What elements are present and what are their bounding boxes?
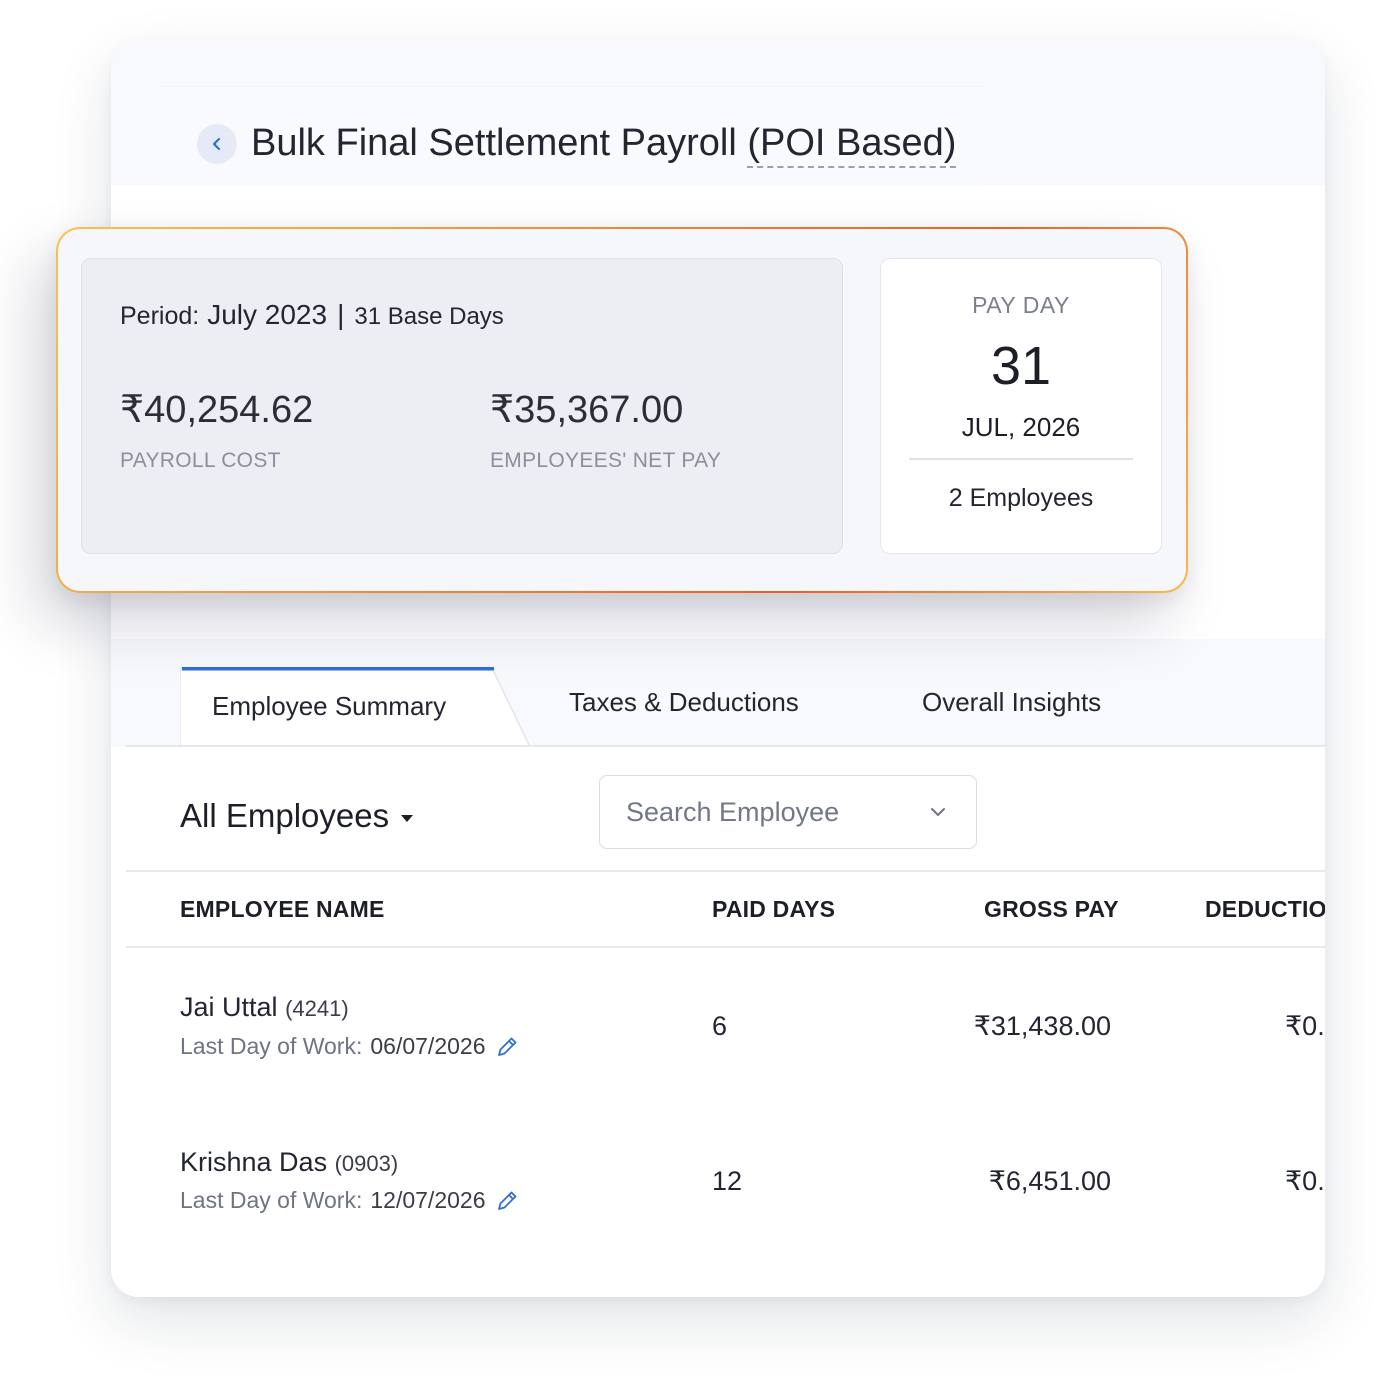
- deductions-cell: ₹0.: [1285, 1166, 1325, 1196]
- pay-day-divider: [909, 458, 1133, 460]
- column-header-employee-name[interactable]: EMPLOYEE NAME: [180, 896, 385, 923]
- column-header-deductions[interactable]: DEDUCTIO: [1205, 896, 1325, 923]
- payroll-cost-value: ₹40,254.62: [120, 389, 314, 431]
- net-pay-value: ₹35,367.00: [490, 389, 684, 431]
- pencil-icon[interactable]: [494, 1188, 520, 1214]
- last-day-of-work: Last Day of Work: 06/07/2026: [180, 1033, 520, 1060]
- tab-overall-insights[interactable]: Overall Insights: [922, 687, 1101, 718]
- pay-day-month-year: JUL, 2026: [961, 412, 1081, 442]
- payroll-summary-card: Period: July 2023 | 31 Base Days ₹40,254…: [56, 227, 1188, 593]
- employee-filter-label: All Employees: [180, 797, 390, 834]
- period-separator: |: [337, 299, 345, 330]
- chevron-left-icon: [209, 136, 225, 152]
- search-employee-select[interactable]: [599, 775, 977, 849]
- employee-filter-dropdown[interactable]: All Employees: [180, 797, 414, 835]
- base-days: 31 Base Days: [354, 303, 504, 330]
- payroll-cost-label: PAYROLL COST: [120, 449, 281, 472]
- table-top-border: [126, 870, 1325, 872]
- last-day-label: Last Day of Work:: [180, 1187, 363, 1213]
- search-employee-input[interactable]: [624, 795, 918, 829]
- back-button[interactable]: [197, 124, 237, 164]
- tab-employee-summary[interactable]: Employee Summary: [212, 691, 446, 722]
- employee-name-text: Krishna Das: [180, 1147, 328, 1177]
- page-title: Bulk Final Settlement Payroll (POI Based…: [251, 119, 957, 168]
- last-day-label: Last Day of Work:: [180, 1033, 363, 1059]
- payroll-summary-inner: Period: July 2023 | 31 Base Days ₹40,254…: [58, 229, 1186, 591]
- page-title-qualifier[interactable]: (POI Based): [747, 122, 957, 168]
- employee-count: 2 Employees: [948, 484, 1094, 512]
- employee-id: (4241): [285, 996, 349, 1021]
- last-day-date: 12/07/2026: [370, 1187, 486, 1213]
- page-title-text: Bulk Final Settlement Payroll: [251, 122, 737, 164]
- period-panel: Period: July 2023 | 31 Base Days ₹40,254…: [81, 258, 843, 554]
- period-label: Period:: [120, 302, 200, 330]
- paid-days-cell: 12: [712, 1166, 743, 1196]
- pay-day-label: PAY DAY: [972, 292, 1070, 318]
- column-header-paid-days[interactable]: PAID DAYS: [712, 896, 835, 923]
- employee-name-text: Jai Uttal: [180, 992, 278, 1022]
- deductions-cell: ₹0.: [1285, 1011, 1325, 1041]
- employee-name[interactable]: Jai Uttal (4241): [180, 992, 349, 1023]
- gross-pay-cell: ₹31,438.00: [973, 1011, 1111, 1041]
- period-month: July 2023: [207, 299, 328, 330]
- paid-days-cell: 6: [712, 1011, 728, 1041]
- caret-down-icon: [401, 814, 414, 822]
- pay-day-panel: PAY DAY 31 JUL, 2026 2 Employees: [880, 258, 1162, 554]
- tabs-baseline: [126, 745, 1325, 747]
- employee-name[interactable]: Krishna Das (0903): [180, 1147, 398, 1178]
- net-pay-label: EMPLOYEES' NET PAY: [490, 449, 722, 472]
- gross-pay-cell: ₹6,451.00: [988, 1166, 1111, 1196]
- tab-taxes-deductions[interactable]: Taxes & Deductions: [569, 687, 799, 718]
- table-header-border: [126, 946, 1325, 948]
- pencil-icon[interactable]: [494, 1034, 520, 1060]
- pay-day-date: 31: [990, 336, 1052, 396]
- last-day-date: 06/07/2026: [370, 1033, 486, 1059]
- employee-id: (0903): [334, 1151, 399, 1176]
- column-header-gross-pay[interactable]: GROSS PAY: [984, 896, 1119, 923]
- last-day-of-work: Last Day of Work: 12/07/2026: [180, 1187, 520, 1214]
- period-line: Period: July 2023 | 31 Base Days: [120, 299, 504, 331]
- chevron-down-icon[interactable]: [928, 802, 948, 827]
